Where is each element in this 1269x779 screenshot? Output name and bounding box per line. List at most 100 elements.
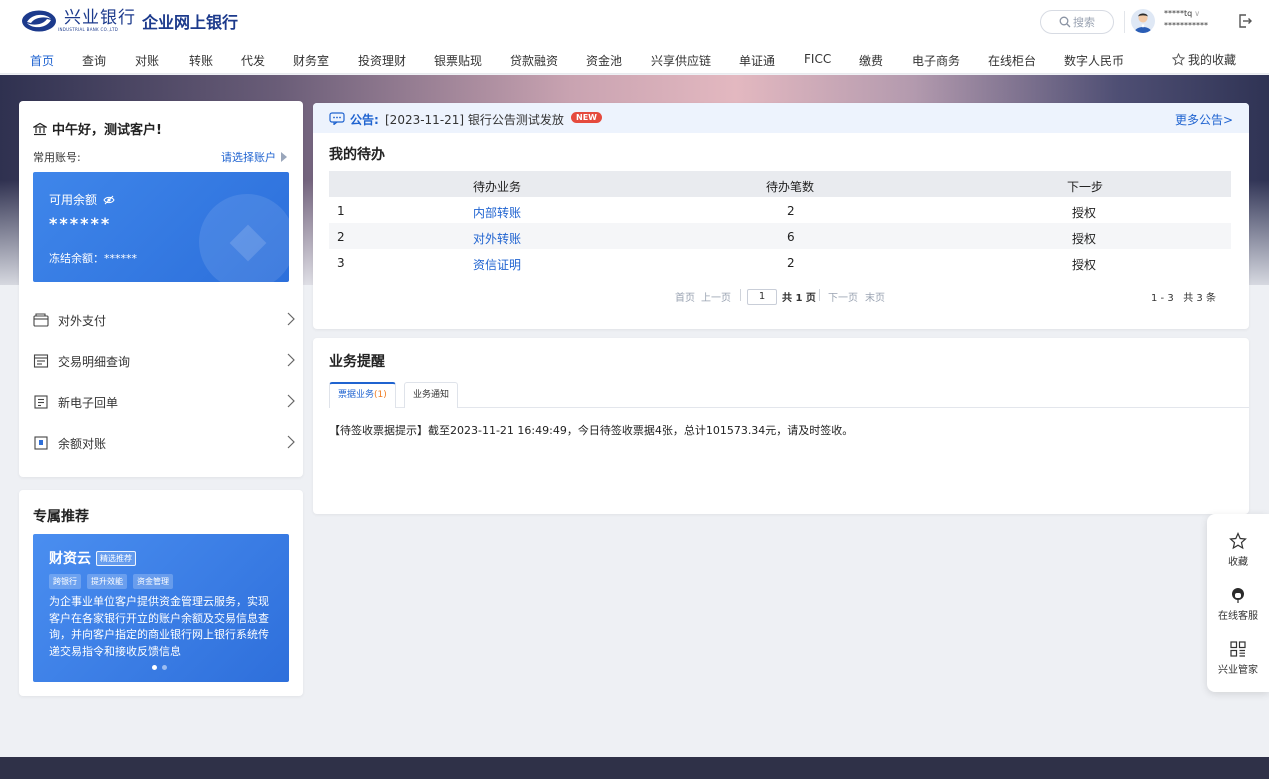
- next-step[interactable]: 授权: [1072, 256, 1096, 273]
- frozen-balance: 冻结余额：******: [49, 252, 137, 265]
- menu-external-payment[interactable]: 对外支付: [33, 310, 295, 330]
- tab-bill-business[interactable]: 票据业务(1): [329, 382, 396, 408]
- greeting: 中午好，测试客户!: [33, 119, 162, 138]
- chevron-right-icon: [287, 353, 295, 367]
- reminder-tabs: 票据业务(1) 业务通知: [329, 382, 1249, 408]
- nav-bill-discount[interactable]: 银票贴现: [434, 52, 482, 69]
- top-header: 兴业银行 INDUSTRIAL BANK CO.,LTD 企业网上银行 搜索 *…: [0, 0, 1269, 44]
- next-step[interactable]: 授权: [1072, 230, 1096, 247]
- bank-logo[interactable]: 兴业银行 INDUSTRIAL BANK CO.,LTD 企业网上银行: [20, 9, 238, 33]
- logout-icon[interactable]: [1236, 12, 1254, 30]
- float-butler-button[interactable]: 兴业管家: [1207, 640, 1269, 676]
- row-number: 3: [337, 256, 345, 270]
- new-badge: NEW: [571, 112, 602, 123]
- tab-business-notice[interactable]: 业务通知: [404, 382, 459, 408]
- chevron-down-icon: ∨: [1194, 9, 1201, 18]
- footer-strip: [0, 757, 1269, 779]
- recommend-title: 专属推荐: [33, 509, 89, 525]
- nav-supply-chain[interactable]: 兴享供应链: [651, 52, 711, 69]
- carousel-dot[interactable]: [152, 665, 157, 670]
- notice-text[interactable]: [2023-11-21] 银行公告测试发放: [385, 111, 564, 128]
- wallet-icon: [33, 313, 49, 327]
- recommend-tag: 提升效能: [87, 574, 127, 589]
- common-account-label: 常用账号:: [33, 151, 81, 164]
- bank-logo-icon: [22, 10, 56, 32]
- nav-finance-room[interactable]: 财务室: [293, 52, 329, 69]
- floating-toolbar: 收藏 在线客服 兴业管家: [1207, 514, 1269, 692]
- next-page-button[interactable]: 下一页: [828, 289, 858, 304]
- nav-investment[interactable]: 投资理财: [358, 52, 406, 69]
- search-input[interactable]: 搜索: [1040, 10, 1114, 34]
- todo-table: 待办业务 待办笔数 下一步 1 内部转账 2 授权 2 对外转账 6 授权 3 …: [329, 171, 1231, 275]
- nav-reconcile[interactable]: 对账: [135, 52, 159, 69]
- account-card: 中午好，测试客户! 常用账号: 请选择账户 可用余额 ****** 冻结余额：*…: [19, 101, 303, 477]
- bank-building-icon: [33, 122, 47, 135]
- business-link[interactable]: 对外转账: [473, 230, 521, 247]
- receipt-icon: [34, 395, 48, 409]
- row-count: 6: [787, 230, 795, 244]
- nav-loan[interactable]: 贷款融资: [510, 52, 558, 69]
- available-balance-label: 可用余额: [49, 191, 115, 208]
- search-placeholder: 搜索: [1073, 16, 1095, 29]
- notice-label: 公告:: [350, 113, 379, 127]
- pager-divider: [740, 289, 741, 301]
- nav-payroll[interactable]: 代发: [241, 52, 265, 69]
- eye-off-icon[interactable]: [103, 195, 115, 205]
- menu-balance-reconcile[interactable]: 余额对账: [33, 433, 295, 453]
- menu-transaction-query[interactable]: 交易明细查询: [33, 351, 295, 371]
- reminders-card: 业务提醒 票据业务(1) 业务通知 【待签收票据提示】截至2023-11-21 …: [313, 338, 1249, 514]
- col-business: 待办业务: [473, 180, 522, 194]
- chevron-right-icon: [287, 435, 295, 449]
- star-icon: [1172, 53, 1185, 66]
- last-page-button[interactable]: 末页: [865, 289, 885, 304]
- grid-icon: [1230, 641, 1246, 657]
- pager-divider: [819, 289, 820, 301]
- nav-digital-rmb[interactable]: 数字人民币: [1064, 52, 1124, 69]
- business-link[interactable]: 资信证明: [473, 256, 521, 273]
- nav-home[interactable]: 首页: [30, 52, 54, 69]
- caret-right-icon: [281, 152, 287, 162]
- nav-transfer[interactable]: 转账: [189, 52, 213, 69]
- row-count: 2: [787, 204, 795, 218]
- prev-page-button[interactable]: 上一页: [701, 289, 731, 304]
- chevron-right-icon: [287, 312, 295, 326]
- nav-query[interactable]: 查询: [82, 52, 106, 69]
- table-header-row: 待办业务 待办笔数 下一步: [329, 171, 1231, 197]
- tab-count: (1): [374, 390, 387, 400]
- user-avatar-icon: [1134, 13, 1152, 33]
- user-name[interactable]: *****tq ∨: [1164, 9, 1200, 19]
- main-nav: 首页 查询 对账 转账 代发 财务室 投资理财 银票贴现 贷款融资 资金池 兴享…: [0, 44, 1269, 74]
- nav-online-counter[interactable]: 在线柜台: [988, 52, 1036, 69]
- record-summary: 1 - 3 共 3 条: [1151, 293, 1216, 304]
- float-favorite-button[interactable]: 收藏: [1207, 532, 1269, 568]
- nav-cash-pool[interactable]: 资金池: [586, 52, 622, 69]
- nav-ecommerce[interactable]: 电子商务: [912, 52, 960, 69]
- document-list-icon: [33, 354, 49, 368]
- notice-bar: 公告: [2023-11-21] 银行公告测试发放 NEW 更多公告>: [313, 103, 1249, 133]
- nav-payment[interactable]: 缴费: [859, 52, 883, 69]
- more-notices-link[interactable]: 更多公告>: [1175, 111, 1233, 128]
- business-link[interactable]: 内部转账: [473, 204, 521, 221]
- row-count: 2: [787, 256, 795, 270]
- reminders-title: 业务提醒: [329, 354, 385, 370]
- carousel-dot[interactable]: [162, 665, 167, 670]
- nav-documents[interactable]: 单证通: [739, 52, 775, 69]
- favorites-button[interactable]: 我的收藏: [1172, 51, 1236, 68]
- ledger-icon: [34, 436, 48, 450]
- page-number-input[interactable]: 1: [747, 289, 777, 305]
- select-account-link[interactable]: 请选择账户: [221, 149, 287, 165]
- pagination: 首页 上一页 1 共 1 页 下一页 末页 1 - 3 共 3 条: [313, 287, 1249, 307]
- recommend-banner[interactable]: 财资云 精选推荐 跨银行 提升效能 资金管理 为企事业单位客户提供资金管理云服务…: [33, 534, 289, 682]
- table-row: 1 内部转账 2 授权: [329, 197, 1231, 223]
- next-step[interactable]: 授权: [1072, 204, 1096, 221]
- first-page-button[interactable]: 首页: [675, 289, 695, 304]
- row-number: 2: [337, 230, 345, 244]
- nav-ficc[interactable]: FICC: [804, 52, 831, 66]
- recommend-description: 为企事业单位客户提供资金管理云服务，实现客户在各家银行开立的账户余额及交易信息查…: [49, 595, 269, 658]
- bank-name: 兴业银行: [64, 8, 136, 28]
- carousel-dots: [152, 665, 172, 670]
- float-customer-service-button[interactable]: 在线客服: [1207, 586, 1269, 622]
- user-avatar[interactable]: [1131, 9, 1155, 33]
- menu-e-receipt[interactable]: 新电子回单: [33, 392, 295, 412]
- todo-title: 我的待办: [329, 147, 385, 163]
